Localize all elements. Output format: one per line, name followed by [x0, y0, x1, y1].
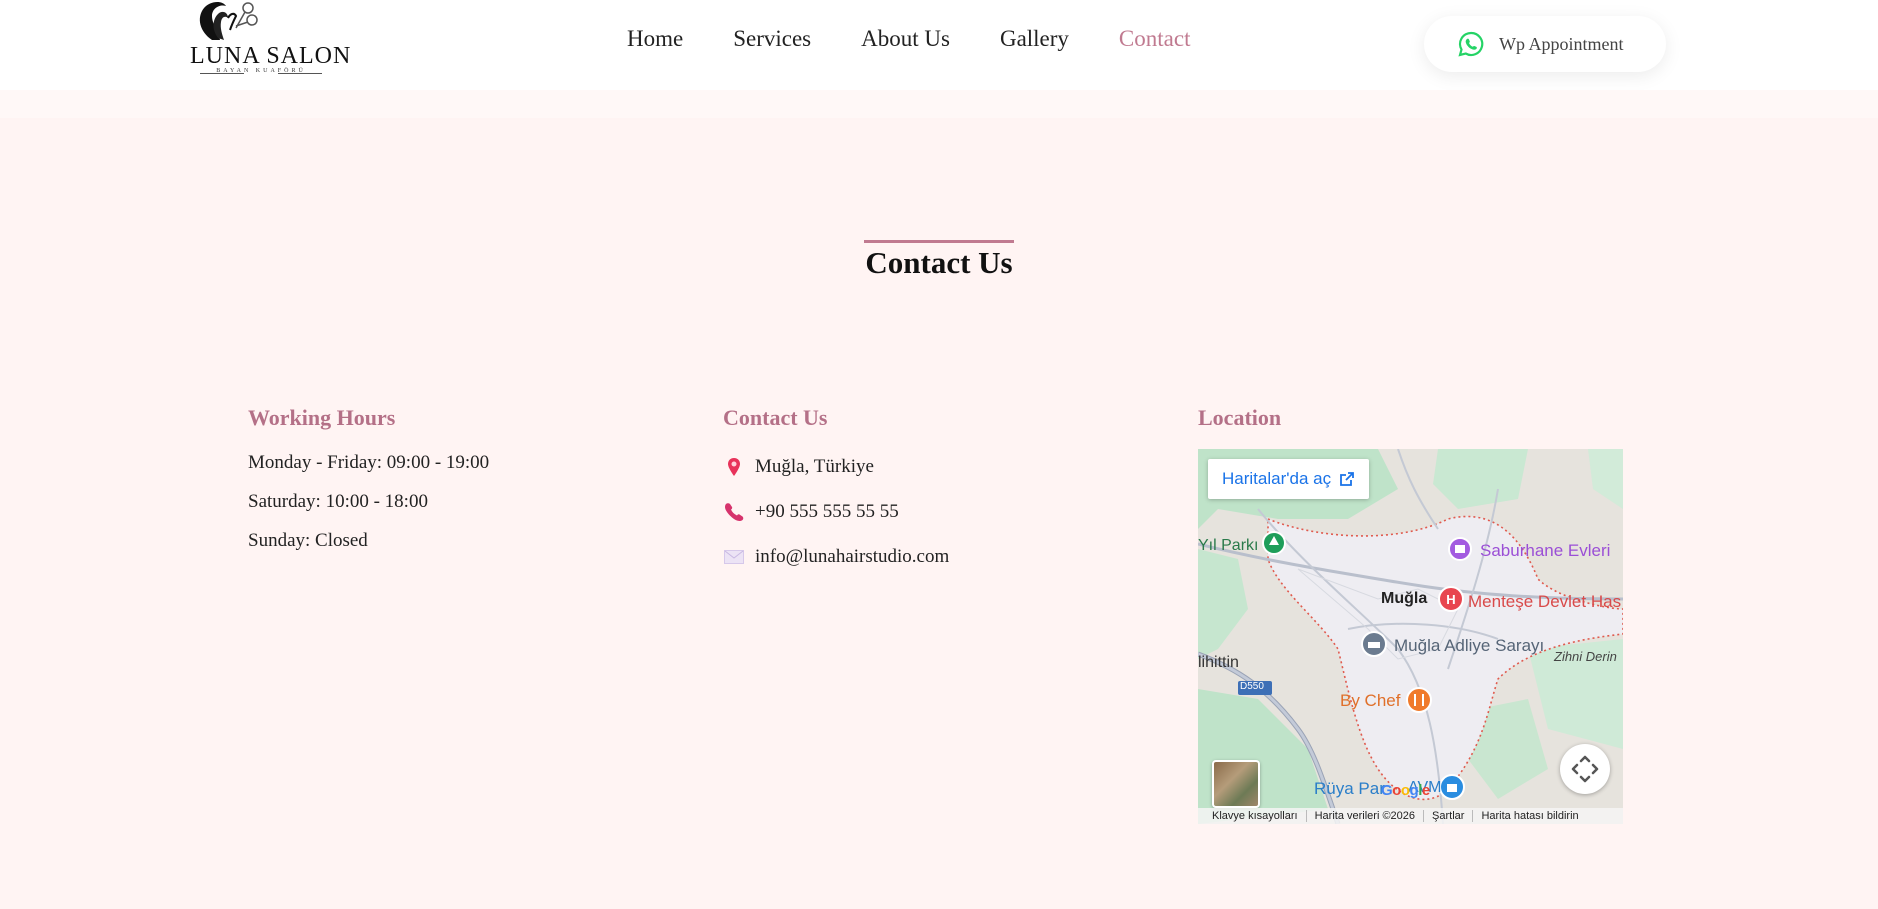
map-report-error[interactable]: Harita hatası bildirin [1473, 810, 1586, 822]
svg-text:H: H [1446, 592, 1455, 607]
fullscreen-icon [1571, 755, 1599, 783]
map-keyboard-shortcuts[interactable]: Klavye kısayolları [1210, 810, 1307, 822]
page-title: Contact Us [865, 245, 1013, 280]
hours-sunday: Sunday: Closed [248, 530, 368, 551]
location-pin-icon [723, 456, 745, 478]
map-label-muhittin: lihittin [1198, 654, 1239, 671]
open-in-maps-button[interactable]: Haritalar'da aç [1208, 459, 1370, 499]
contact-address: Muğla, Türkiye [723, 443, 949, 490]
salon-logo-icon [199, 2, 258, 40]
location-heading: Location [1198, 405, 1282, 430]
hospital-pin-icon: H [1438, 586, 1464, 612]
fullscreen-button[interactable] [1560, 744, 1610, 794]
open-in-maps-label: Haritalar'da aç [1222, 469, 1332, 488]
map-data-credit: Harita verileri ©2026 [1307, 810, 1425, 822]
hours-weekdays: Monday - Friday: 09:00 - 19:00 [248, 452, 490, 473]
site-header: LUNA SALON BAYAN KUAFÖRÜ Home Services A… [0, 0, 1878, 90]
map-terms[interactable]: Şartlar [1424, 810, 1474, 822]
shopping-pin-icon [1439, 774, 1465, 800]
map-footer: Klavye kısayolları Harita verileri ©2026… [1198, 808, 1623, 824]
contact-heading: Contact Us [723, 405, 828, 430]
whatsapp-icon [1458, 31, 1484, 57]
embedded-map[interactable]: H Yıl Parkı Saburhane Evleri Muğla Mente… [1198, 449, 1623, 824]
map-label-city: Muğla [1381, 590, 1428, 607]
map-label-park: Yıl Parkı [1198, 537, 1259, 554]
location-column: Location [1198, 405, 1281, 445]
header-shadow-strip [0, 90, 1878, 118]
envelope-icon [723, 546, 745, 568]
nav-services[interactable]: Services [733, 26, 811, 52]
whatsapp-appointment-button[interactable]: Wp Appointment [1424, 16, 1666, 72]
nav-home[interactable]: Home [627, 26, 683, 52]
map-label-courthouse: Muğla Adliye Sarayı [1394, 636, 1545, 655]
hours-saturday: Saturday: 10:00 - 18:00 [248, 491, 428, 512]
satellite-toggle[interactable] [1212, 760, 1260, 808]
contact-phone-text: +90 555 555 55 55 [755, 500, 899, 522]
attraction-pin-icon [1448, 537, 1472, 561]
map-label-road: D550 [1240, 681, 1264, 692]
contact-email[interactable]: info@lunahairstudio.com [723, 533, 949, 580]
map-label-saburhane: Saburhane Evleri [1480, 541, 1611, 560]
external-link-icon [1340, 472, 1354, 486]
phone-icon [723, 501, 745, 523]
google-logo: Google [1381, 782, 1430, 799]
title-accent-line [864, 240, 1014, 243]
contact-address-text: Muğla, Türkiye [755, 455, 874, 477]
working-hours-column: Working Hours Monday - Friday: 09:00 - 1… [248, 405, 489, 562]
logo-name: LUNA SALON [190, 43, 352, 69]
restaurant-pin-icon [1406, 687, 1432, 713]
map-label-hospital: Menteşe Devlet Has [1468, 592, 1622, 611]
contact-column: Contact Us Muğla, Türkiye +90 555 555 55… [723, 405, 949, 580]
section-title-block: Contact Us [0, 240, 1878, 281]
contact-email-text: info@lunahairstudio.com [755, 545, 950, 567]
site-logo[interactable]: LUNA SALON BAYAN KUAFÖRÜ [186, 0, 350, 82]
courthouse-pin-icon [1361, 631, 1387, 657]
whatsapp-appointment-label: Wp Appointment [1499, 33, 1624, 54]
nav-gallery[interactable]: Gallery [1000, 26, 1069, 52]
nav-contact[interactable]: Contact [1119, 26, 1191, 52]
logo-subtitle: BAYAN KUAFÖRÜ [216, 68, 306, 74]
park-pin-icon [1262, 531, 1286, 555]
map-label-zihni: Zihni Derin [1554, 649, 1617, 664]
nav-about-us[interactable]: About Us [861, 26, 950, 52]
map-label-bychef: By Chef [1340, 691, 1401, 710]
main-nav: Home Services About Us Gallery Contact [627, 26, 1190, 52]
contact-phone[interactable]: +90 555 555 55 55 [723, 488, 949, 535]
working-hours-heading: Working Hours [248, 405, 396, 430]
map-label-ruya: Rüya Par [1314, 779, 1385, 798]
